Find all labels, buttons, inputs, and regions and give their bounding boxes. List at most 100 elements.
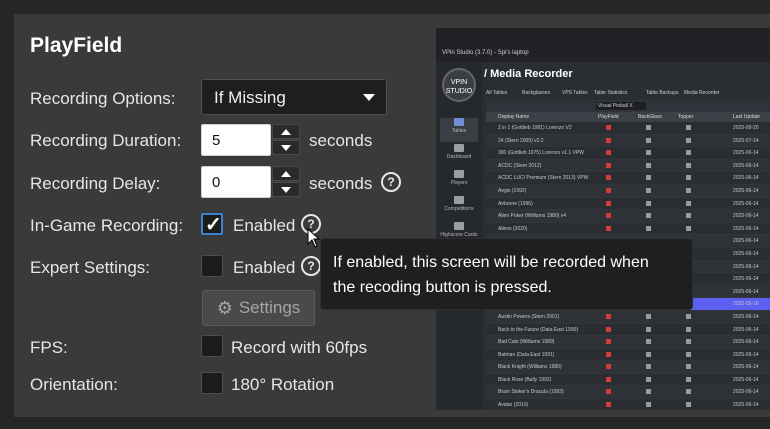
expert-settings-checkbox[interactable] bbox=[201, 255, 223, 277]
media-icon bbox=[646, 162, 651, 168]
preview-row-name: Black Knight (Williams 1980) bbox=[498, 364, 562, 371]
preview-column-header: Display Name bbox=[498, 114, 530, 120]
recording-options-dropdown[interactable]: If Missing bbox=[201, 79, 387, 115]
preview-tab: Backglasses bbox=[522, 90, 551, 96]
in-game-recording-checkbox[interactable]: ✓ bbox=[201, 213, 223, 236]
settings-button-label: Settings bbox=[238, 298, 301, 317]
missing-media-icon bbox=[606, 376, 611, 382]
help-icon[interactable]: ? bbox=[381, 172, 401, 192]
preview-row-date: 2025-06-14 bbox=[733, 288, 759, 295]
help-tooltip: If enabled, this screen will be recorded… bbox=[320, 238, 693, 310]
expert-settings-label: Expert Settings: bbox=[30, 258, 151, 277]
media-icon bbox=[646, 313, 651, 319]
nav-icon bbox=[454, 196, 464, 204]
preview-row-name: 2 in 1 (Gottlieb 1981) Lorenzo V2 bbox=[498, 125, 572, 131]
media-icon bbox=[686, 213, 691, 219]
preview-nav-item: Dashboard bbox=[440, 144, 478, 168]
preview-column-header: BackGlass bbox=[638, 114, 662, 120]
preview-row-date: 2025-06-14 bbox=[733, 238, 759, 245]
missing-media-icon bbox=[606, 402, 611, 408]
media-icon bbox=[646, 213, 651, 219]
preview-tab: Table Statistics bbox=[594, 90, 628, 96]
media-icon bbox=[646, 200, 651, 206]
preview-table-row: Bram Stoker's Dracula (1993) 2025-06-14 bbox=[486, 386, 770, 400]
missing-media-icon bbox=[606, 339, 611, 345]
settings-button[interactable]: ⚙ Settings bbox=[202, 290, 315, 326]
media-icon bbox=[646, 326, 651, 332]
in-game-recording-checkbox-label[interactable]: Enabled bbox=[233, 216, 295, 236]
decrement-button[interactable] bbox=[272, 182, 300, 197]
preview-table-row: Bad Cats (Williams 1989) 2025-06-14 bbox=[486, 336, 770, 349]
recording-delay-stepper[interactable]: 0 bbox=[201, 166, 301, 198]
preview-row-date: 2025-09-20 bbox=[733, 125, 759, 131]
nav-icon bbox=[454, 118, 464, 126]
orientation-checkbox-label[interactable]: 180° Rotation bbox=[231, 375, 334, 395]
media-icon bbox=[646, 150, 651, 156]
preview-column-header: PlayField bbox=[598, 114, 619, 120]
help-icon[interactable]: ? bbox=[301, 256, 321, 276]
fps-checkbox-label[interactable]: Record with 60fps bbox=[231, 338, 367, 358]
preview-table-row: Aegis (1992) 2025-06-14 bbox=[486, 184, 770, 198]
missing-media-icon bbox=[606, 125, 611, 130]
preview-row-date: 2025-06-14 bbox=[733, 150, 759, 157]
missing-media-icon bbox=[606, 364, 611, 370]
preview-row-date: 2025-06-14 bbox=[733, 339, 759, 346]
recording-duration-unit: seconds bbox=[309, 131, 373, 150]
media-icon bbox=[686, 339, 691, 345]
recording-duration-input[interactable]: 5 bbox=[201, 124, 271, 156]
missing-media-icon bbox=[606, 326, 611, 332]
mouse-cursor-icon bbox=[307, 228, 321, 248]
preview-row-date: 2025-06-14 bbox=[733, 376, 759, 383]
preview-row-date: 2025-06-14 bbox=[733, 175, 759, 182]
preview-row-date: 2025-06-14 bbox=[733, 389, 759, 396]
nav-icon bbox=[454, 144, 464, 152]
fps-label: FPS: bbox=[30, 338, 68, 357]
media-recorder-preview: VPin Studio (3.7.0) - Spi's laptop VPIN S… bbox=[436, 28, 770, 410]
preview-titlebar: VPin Studio (3.7.0) - Spi's laptop bbox=[436, 28, 770, 62]
orientation-checkbox[interactable] bbox=[201, 372, 223, 394]
preview-row-date: 2025-06-14 bbox=[733, 402, 759, 409]
media-icon bbox=[686, 313, 691, 319]
preview-table-row: Austin Powers (Stern 2001) 2025-06-14 bbox=[486, 310, 770, 324]
preview-row-date: 2025-06-14 bbox=[733, 364, 759, 371]
media-icon bbox=[686, 187, 691, 193]
media-icon bbox=[646, 402, 651, 408]
nav-icon bbox=[454, 170, 464, 178]
media-icon bbox=[686, 326, 691, 332]
preview-row-date: 2025-06-14 bbox=[733, 326, 759, 333]
preview-tab: Media Recorder bbox=[684, 90, 720, 96]
recording-duration-stepper[interactable]: 5 bbox=[201, 124, 301, 156]
decrement-button[interactable] bbox=[272, 140, 300, 155]
increment-button[interactable] bbox=[272, 124, 300, 139]
preview-table-row: 300 (Gottlieb 1975) Lorenzo v1.1 VPW 2025… bbox=[486, 147, 770, 160]
media-icon bbox=[646, 125, 651, 130]
media-icon bbox=[686, 162, 691, 168]
increment-button[interactable] bbox=[272, 166, 300, 181]
missing-media-icon bbox=[606, 162, 611, 168]
preview-row-name: Bram Stoker's Dracula (1993) bbox=[498, 389, 564, 396]
media-icon bbox=[646, 137, 651, 143]
expert-settings-checkbox-label[interactable]: Enabled bbox=[233, 258, 295, 278]
preview-row-date: 2025-06-14 bbox=[733, 313, 759, 320]
missing-media-icon bbox=[606, 187, 611, 193]
fps-checkbox[interactable] bbox=[201, 335, 223, 357]
preview-row-date: 2025-06-14 bbox=[733, 200, 759, 207]
preview-row-date: 2025-05-16 bbox=[733, 301, 759, 308]
preview-row-name: Back to the Future (Data East 1990) bbox=[498, 326, 579, 333]
preview-table-row: ACDC (Stern 2012) 2025-06-14 bbox=[486, 159, 770, 173]
media-icon bbox=[686, 137, 691, 143]
media-icon bbox=[646, 389, 651, 395]
arrow-up-icon bbox=[281, 128, 291, 135]
recording-delay-input[interactable]: 0 bbox=[201, 166, 271, 198]
checkmark-icon: ✓ bbox=[205, 214, 222, 236]
media-icon bbox=[686, 402, 691, 408]
preview-row-date: 2025-07-14 bbox=[733, 137, 759, 144]
preview-row-date: 2025-06-14 bbox=[733, 162, 759, 169]
arrow-up-icon bbox=[281, 170, 291, 177]
preview-toolbar: Visual Pinball X bbox=[486, 100, 770, 112]
preview-row-date: 2025-06-14 bbox=[733, 225, 759, 232]
preview-sidebar: VPIN STUDIO Tables Dashboard Players Competi… bbox=[436, 62, 482, 410]
preview-tab: All Tables bbox=[486, 90, 508, 96]
arrow-down-icon bbox=[281, 186, 291, 193]
vpin-studio-logo: VPIN STUDIO bbox=[442, 68, 476, 102]
